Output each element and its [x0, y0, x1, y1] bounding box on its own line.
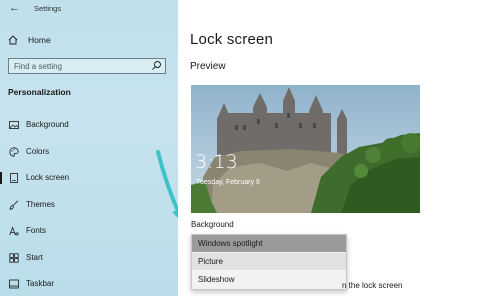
background-dropdown-list[interactable]: Windows spotlight Picture Slideshow — [191, 234, 347, 290]
option-label: Picture — [198, 257, 223, 266]
sidebar-item-label: Lock screen — [26, 173, 70, 182]
brush-icon — [9, 200, 19, 210]
picture-icon — [9, 121, 19, 129]
dropdown-option-windows-spotlight[interactable]: Windows spotlight — [192, 235, 346, 252]
sidebar-item-taskbar[interactable]: Taskbar — [0, 274, 178, 294]
sidebar-item-start[interactable]: Start — [0, 248, 178, 268]
option-label: Slideshow — [198, 275, 235, 284]
sidebar-item-label: Themes — [26, 200, 55, 209]
active-indicator — [0, 172, 2, 184]
sidebar-item-label: Taskbar — [26, 279, 55, 288]
palette-icon — [9, 147, 19, 157]
back-arrow-icon[interactable]: ← — [9, 2, 20, 14]
option-label: Windows spotlight — [198, 239, 263, 248]
lock-screen-preview: 3:13 Tuesday, February 9 — [191, 85, 420, 213]
start-icon — [9, 253, 19, 263]
section-title: Personalization — [8, 87, 71, 97]
fonts-icon — [9, 226, 19, 236]
home-label: Home — [28, 35, 51, 45]
sidebar-item-background[interactable]: Background — [0, 115, 178, 135]
nav-home[interactable]: Home — [8, 33, 51, 47]
search-icon[interactable] — [151, 60, 162, 71]
search-input[interactable]: Find a setting — [8, 58, 166, 74]
sidebar: ← Settings Home Find a setting Personali… — [0, 0, 178, 296]
search-placeholder: Find a setting — [14, 62, 63, 71]
taskbar-icon — [9, 279, 19, 289]
dropdown-option-picture[interactable]: Picture — [192, 253, 346, 270]
lock-screen-icon — [10, 173, 18, 183]
sidebar-item-label: Start — [26, 253, 43, 262]
page-title: Lock screen — [190, 31, 274, 48]
preview-heading: Preview — [190, 61, 226, 72]
app-title: Settings — [34, 4, 62, 13]
preview-date: Tuesday, February 9 — [196, 179, 260, 186]
sidebar-item-label: Fonts — [26, 226, 47, 235]
sidebar-item-label: Background — [26, 120, 69, 129]
main-content: Lock screen Preview 3:13 Tuesday, Februa… — [178, 0, 495, 296]
sidebar-item-label: Colors — [26, 147, 50, 156]
pointer-arrow-icon — [156, 150, 178, 218]
background-label: Background — [191, 220, 234, 229]
home-icon — [8, 35, 18, 45]
castle-photo — [191, 85, 420, 213]
partial-setting-text: n the lock screen — [342, 281, 403, 290]
preview-time: 3:13 — [195, 151, 238, 173]
dropdown-option-slideshow[interactable]: Slideshow — [192, 271, 346, 288]
